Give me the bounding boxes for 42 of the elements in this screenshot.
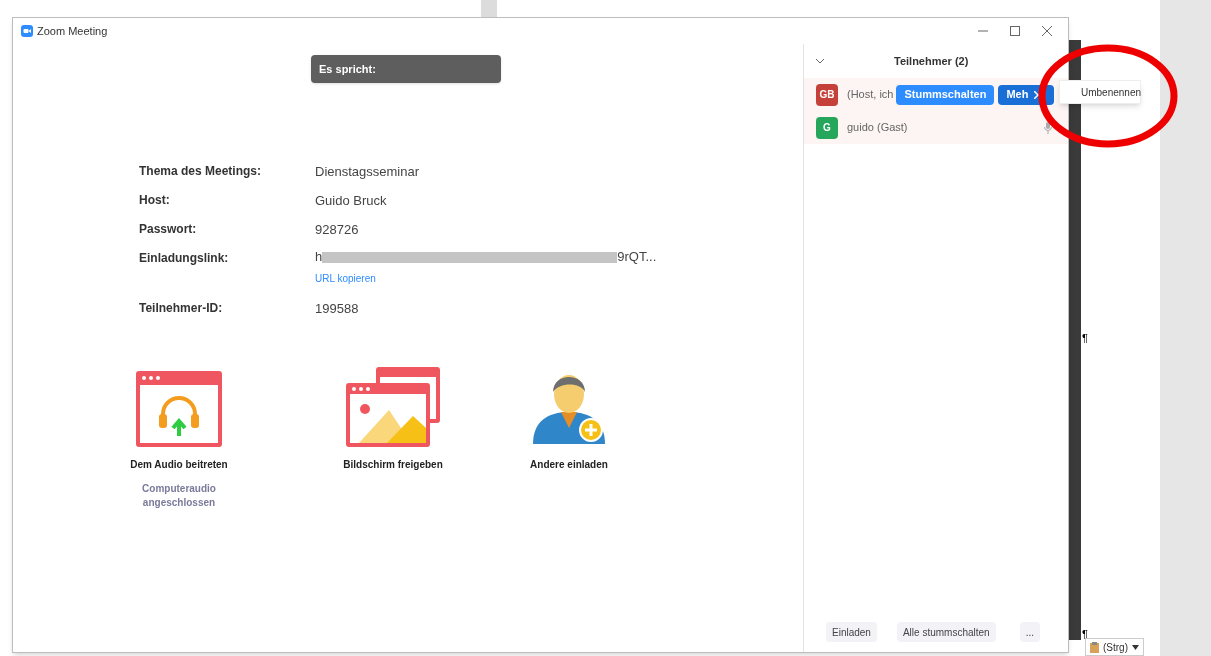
pilcrow: ¶ (1082, 331, 1088, 346)
panel-title: Teilnehmer (2) (894, 53, 969, 69)
info-label: Einladungslink: (139, 250, 230, 267)
paste-options-button[interactable]: (Strg) (1085, 638, 1144, 656)
window-title: Zoom Meeting (37, 23, 108, 39)
participant-row[interactable]: G guido (Gast) (804, 111, 1068, 144)
scrollbar-block (481, 0, 497, 17)
screen-share-icon[interactable] (345, 366, 441, 448)
footer-button[interactable]: Einladen (826, 622, 877, 642)
info-label: Passwort: (139, 221, 198, 238)
menu-item[interactable]: Umbenennen (1081, 84, 1142, 100)
speaker-banner: Es spricht: (311, 55, 501, 83)
headphones-window-icon[interactable] (135, 370, 223, 448)
microphone-icon[interactable] (1044, 121, 1052, 134)
avatar: GB (816, 83, 838, 106)
action-label[interactable]: Andere einladen (530, 457, 608, 472)
clipboard-icon (1090, 641, 1099, 653)
info-label: Teilnehmer-ID: (139, 300, 224, 317)
pilcrow: ¶ (1082, 627, 1088, 642)
info-value: 9rQT... (617, 248, 657, 267)
copy-url-link[interactable]: URL kopieren (315, 271, 657, 286)
maximize-icon[interactable] (1010, 26, 1020, 36)
footer-button[interactable]: ... (1019, 622, 1040, 642)
info-label: Thema des Meetings: (139, 163, 263, 180)
info-value: Guido Bruck (315, 192, 387, 210)
action-label[interactable]: Bildschirm freigeben (343, 457, 443, 472)
info-value: Dienstagsseminar (315, 163, 420, 181)
caret-icon (1132, 644, 1139, 650)
footer-button[interactable]: Alle stummschalten (896, 622, 996, 642)
audio-status: Computeraudio angeschlossen (141, 482, 217, 510)
action-label[interactable]: Dem Audio beitreten (130, 457, 228, 472)
participant-name: (Host, ich (847, 87, 894, 103)
video-camera-icon (21, 25, 33, 37)
chevron-right-icon (1034, 90, 1040, 99)
info-value: 928726 (315, 221, 359, 239)
avatar: G (816, 116, 838, 139)
close-icon[interactable] (1042, 26, 1052, 36)
info-value: 199588 (315, 300, 359, 318)
info-label: Host: (139, 192, 171, 209)
info-value: h (315, 248, 323, 267)
chevron-down-icon[interactable] (816, 58, 824, 64)
participant-name: guido (Gast) (847, 120, 908, 136)
